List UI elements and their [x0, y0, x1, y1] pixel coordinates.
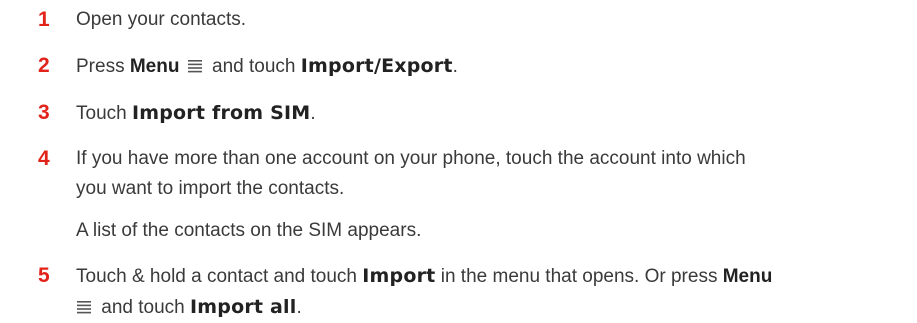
menu-icon	[76, 300, 92, 314]
step-text-mid: and touch	[206, 56, 301, 77]
import-label: Import	[362, 265, 436, 287]
step-text-post: .	[310, 103, 316, 124]
step-text-line-2: and touch Import all.	[76, 292, 916, 323]
import-export-label: Import/Export	[300, 55, 453, 77]
step-text-pre: Touch & hold a contact and touch	[76, 266, 363, 287]
step-text-pre: Press	[76, 56, 130, 77]
step-text-content: Open your contacts.	[76, 9, 247, 30]
step-text-post: .	[296, 297, 302, 318]
step-text-line-2: you want to import the contacts.	[76, 178, 345, 199]
step-number: 5	[38, 264, 50, 287]
step-number: 2	[38, 54, 50, 77]
step-text-line2-pre: and touch	[96, 297, 191, 318]
step-text: Touch & hold a contact and touch Import …	[76, 261, 916, 323]
step-text: If you have more than one account on you…	[76, 144, 916, 204]
step-number: 4	[38, 147, 50, 170]
step-text: Open your contacts.	[76, 5, 916, 35]
step-text: Press Menu and touch Import/Export.	[76, 51, 916, 82]
menu-label: Menu	[129, 56, 180, 77]
step-4-note: A list of the contacts on the SIM appear…	[76, 220, 422, 241]
import-all-label: Import all	[190, 296, 297, 318]
step-text: Touch Import from SIM.	[76, 98, 916, 129]
import-from-sim-label: Import from SIM	[131, 102, 311, 124]
menu-icon	[187, 59, 203, 73]
menu-label: Menu	[722, 266, 773, 287]
step-text-post: .	[452, 56, 458, 77]
step-text-line-1: If you have more than one account on you…	[76, 148, 746, 169]
step-text-mid: in the menu that opens. Or press	[435, 266, 723, 287]
step-number: 1	[38, 8, 50, 31]
step-text-pre: Touch	[76, 103, 132, 124]
step-number: 3	[38, 101, 50, 124]
step-text-line-1: Touch & hold a contact and touch Import …	[76, 261, 916, 292]
